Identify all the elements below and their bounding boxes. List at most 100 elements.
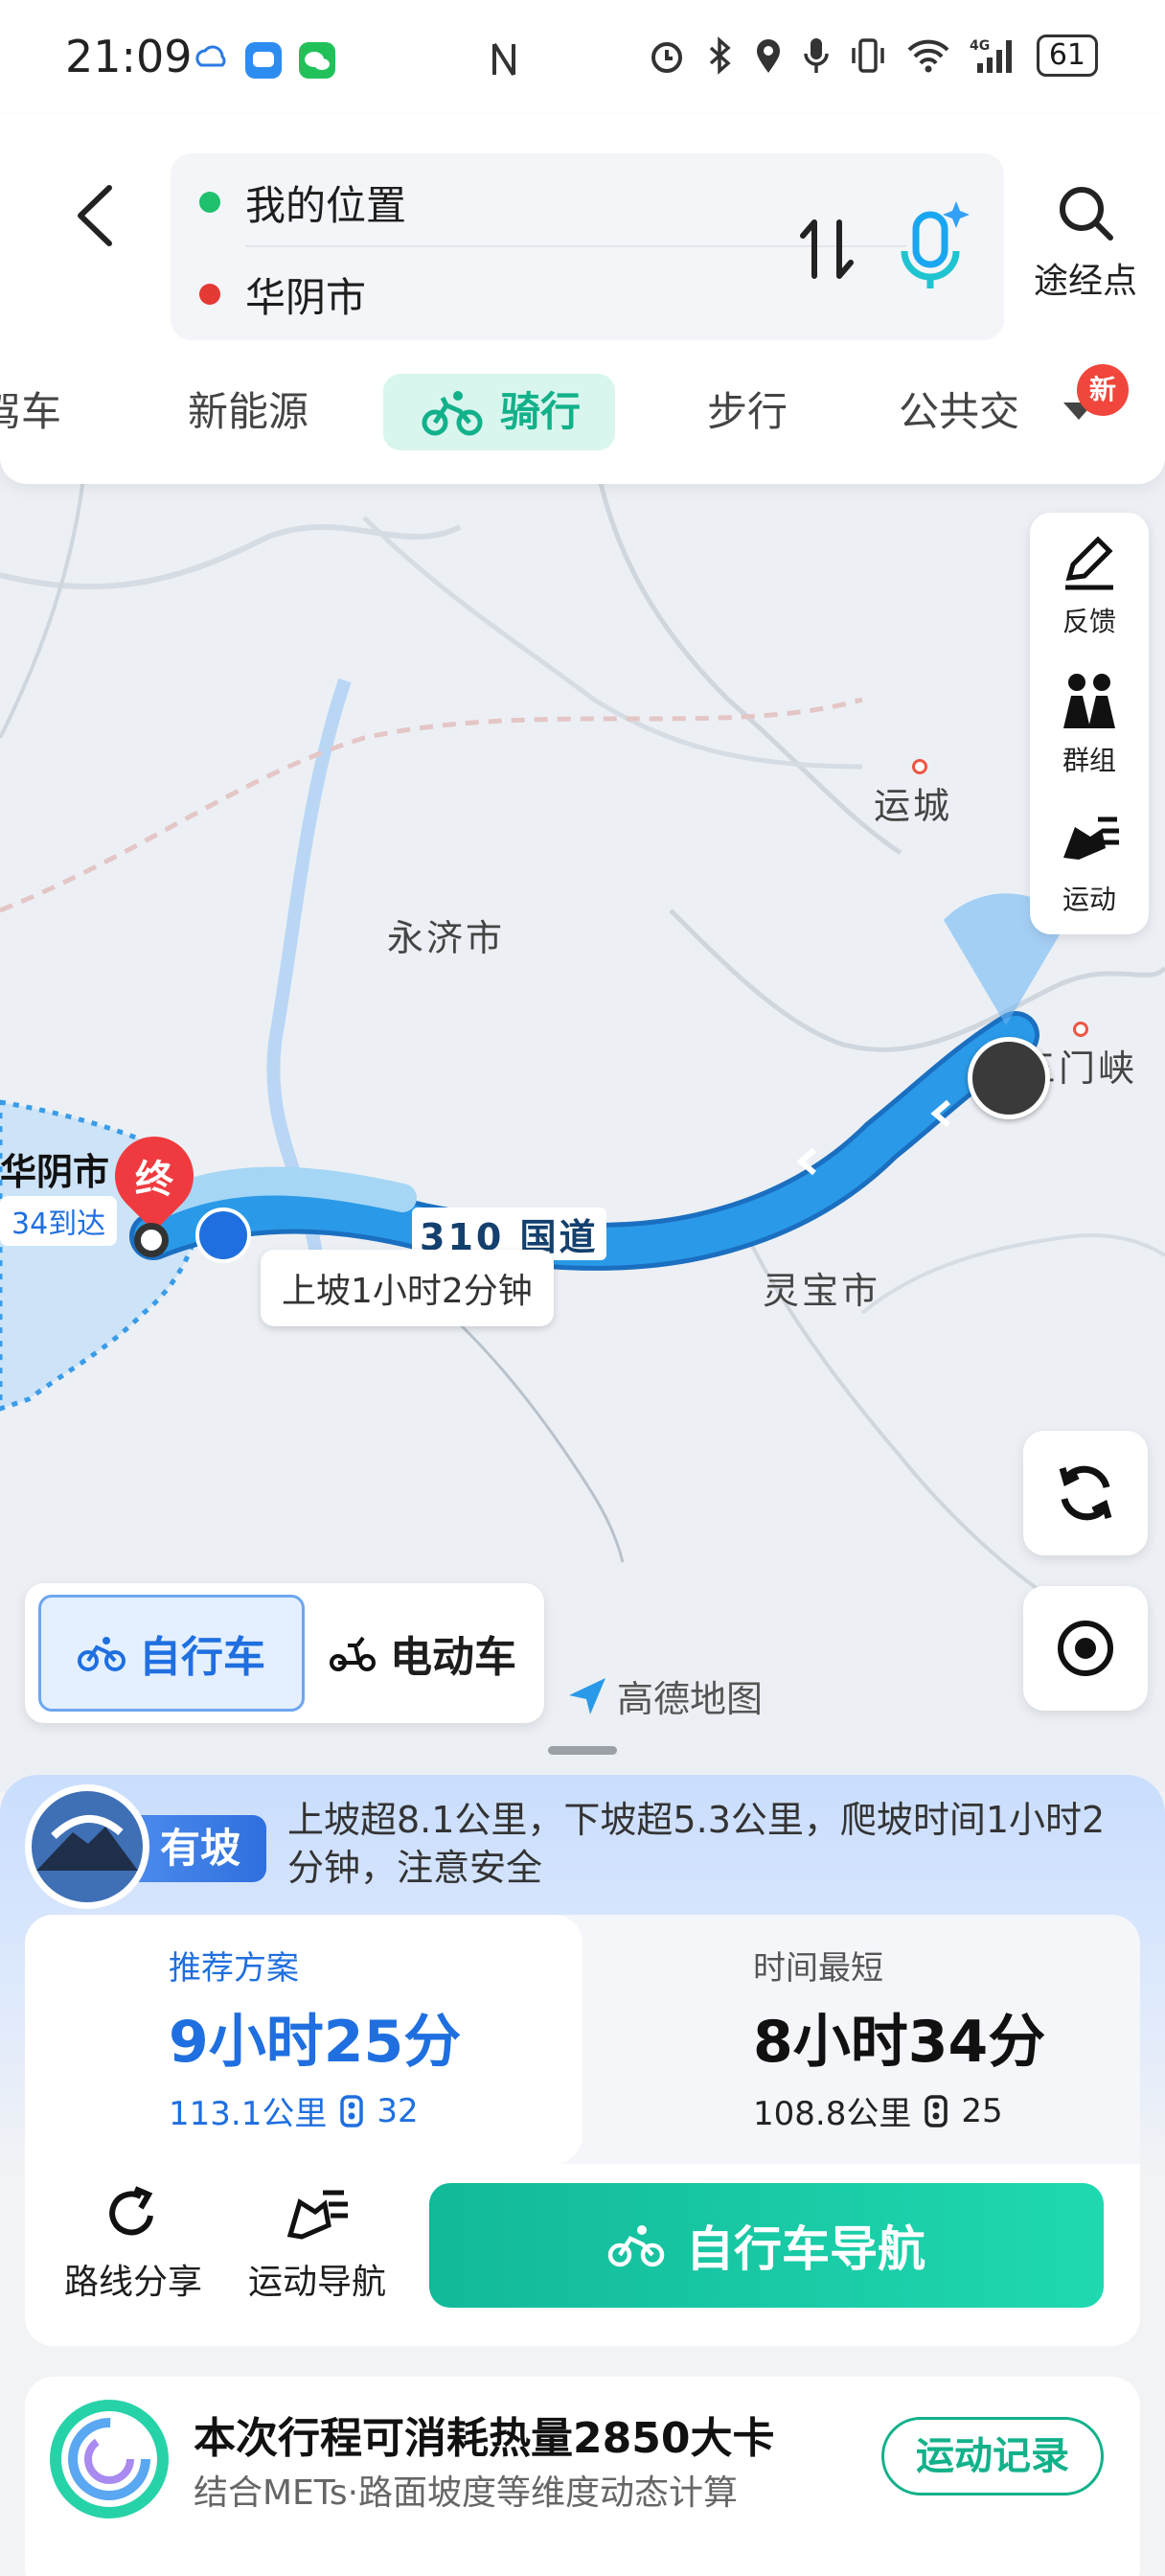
origin-field[interactable]: 我的位置: [199, 169, 406, 236]
travel-mode-tabs: 驾车 新能源 骑行 步行 公共交: [0, 362, 1165, 458]
bicycle-option-label: 自行车: [139, 1633, 265, 1682]
origin-text: 我的位置: [245, 181, 407, 229]
location-icon: [756, 39, 780, 73]
city-dot-sanmenxia: [1073, 1022, 1088, 1037]
amap-logo: 高德地图: [565, 1669, 763, 1722]
voice-mic-icon: [901, 201, 970, 288]
voice-input-button[interactable]: [887, 194, 973, 299]
wechat-icon: [299, 42, 335, 79]
route-search-panel: 我的位置 华阴市 途经点 驾车 新能源 骑行 步行 公共交 新: [0, 115, 1165, 484]
end-marker-text: 终: [135, 1158, 173, 1202]
new-badge: 新: [1077, 364, 1129, 416]
route-share-label: 路线分享: [63, 2263, 202, 2302]
svg-text:4G: 4G: [970, 38, 990, 54]
tab-transit[interactable]: 公共交: [899, 374, 1017, 450]
feedback-button[interactable]: 反馈: [1030, 532, 1149, 639]
route-plans-card: 推荐方案 9小时25分 113.1公里 32 时间最短 8小时34分 108.8…: [25, 1915, 1140, 2346]
ebike-option-label: 电动车: [390, 1633, 516, 1682]
traffic-light-icon: [340, 2094, 364, 2128]
calorie-title: 本次行程可消耗热量2850大卡: [194, 2414, 775, 2463]
plan-tag: 推荐方案: [169, 1949, 299, 1988]
turn-arrow-icon: [195, 1208, 251, 1263]
swap-icon: [800, 219, 854, 279]
microphone-icon: [804, 38, 829, 73]
plan-fastest[interactable]: 时间最短 8小时34分 108.8公里 25: [582, 1915, 1140, 2164]
refresh-icon: [1059, 1465, 1112, 1521]
ebike-option[interactable]: 电动车: [312, 1595, 533, 1712]
tab-cycling[interactable]: 骑行: [383, 374, 616, 450]
destination-field[interactable]: 华阴市: [199, 261, 366, 328]
bluetooth-icon: [709, 36, 731, 75]
sport-navigation-label: 运动导航: [247, 2263, 386, 2302]
status-bar: 21:09 4G 61: [0, 0, 1165, 115]
eta-map-label: 34到达: [0, 1196, 118, 1246]
panel-drag-handle[interactable]: [548, 1746, 617, 1755]
climb-time-tooltip: 上坡1小时2分钟: [261, 1250, 554, 1326]
plan-traffic-lights: 32: [377, 2091, 419, 2130]
plan-tag: 时间最短: [753, 1949, 883, 1988]
vehicle-type-toggle: 自行车 电动车: [25, 1583, 544, 1723]
destination-map-label: 华阴市: [0, 1151, 110, 1193]
slope-warning-text: 上坡超8.1公里，下坡超5.3公里，爬坡时间1小时2分钟，注意安全: [287, 1799, 1106, 1889]
tab-new-energy[interactable]: 新能源: [188, 374, 308, 450]
bicycle-small-icon: [78, 1637, 126, 1671]
cloud-sync-icon: [195, 45, 226, 67]
sport-button[interactable]: 运动: [1030, 810, 1149, 917]
vibrate-icon: [852, 38, 884, 73]
amap-logo-text: 高德地图: [617, 1678, 764, 1720]
alarm-icon: [651, 42, 682, 73]
locate-icon: [1058, 1621, 1113, 1676]
plan-distance: 108.8公里: [753, 2095, 912, 2133]
group-label: 群组: [1062, 745, 1116, 776]
traffic-light-icon: [925, 2094, 948, 2128]
nfc-icon: [492, 42, 515, 77]
bicycle-option[interactable]: 自行车: [38, 1595, 305, 1712]
share-icon: [109, 2186, 153, 2236]
notification-icons: [192, 40, 337, 80]
bicycle-navigation-button[interactable]: 自行车导航: [429, 2183, 1104, 2308]
destination-text: 华阴市: [245, 273, 367, 321]
swap-route-button[interactable]: [793, 211, 860, 288]
status-icons: 4G 61: [648, 34, 1098, 77]
map-label-yuncheng: 运城: [874, 785, 953, 827]
battery-indicator: 61: [1036, 34, 1098, 77]
amap-logo-icon: [569, 1677, 605, 1714]
status-time: 21:09: [65, 31, 193, 82]
route-share-button[interactable]: 路线分享: [52, 2183, 215, 2304]
ebike-icon: [330, 1636, 376, 1671]
calorie-ring-icon: [46, 2396, 172, 2522]
waypoint-button[interactable]: 途经点: [1023, 182, 1148, 303]
signal-4g-icon: 4G: [970, 38, 1012, 73]
bicycle-icon: [422, 391, 483, 436]
sport-record-button[interactable]: 运动记录: [881, 2417, 1104, 2496]
calorie-card: 本次行程可消耗热量2850大卡 结合METs·路面坡度等维度动态计算 运动记录: [25, 2377, 1140, 2576]
slope-badge-icon: [25, 1784, 149, 1909]
origin-dot: [199, 192, 220, 213]
group-button[interactable]: 群组: [1030, 671, 1149, 778]
sport-shoe-icon: [1063, 816, 1119, 860]
tab-cycling-label: 骑行: [500, 388, 582, 435]
back-button[interactable]: [67, 172, 125, 259]
bicycle-navigation-label: 自行车导航: [686, 2221, 925, 2277]
plan-actions-bar: 路线分享 运动导航 自行车导航: [25, 2164, 1140, 2346]
refresh-route-button[interactable]: [1023, 1431, 1148, 1555]
map-side-tools: 反馈 群组 运动: [1030, 513, 1149, 934]
tab-drive[interactable]: 驾车: [0, 374, 61, 450]
tab-walk[interactable]: 步行: [707, 374, 788, 450]
wifi-icon: [907, 39, 949, 73]
plan-recommended[interactable]: 推荐方案 9小时25分 113.1公里 32: [25, 1915, 582, 2164]
back-arrow-icon: [78, 185, 112, 246]
map-label-yongji: 永济市: [387, 917, 506, 959]
plan-traffic-lights: 25: [961, 2091, 1003, 2130]
plan-meta: 113.1公里 32: [169, 2087, 419, 2134]
sport-navigation-button[interactable]: 运动导航: [236, 2183, 399, 2304]
calorie-subtitle: 结合METs·路面坡度等维度动态计算: [194, 2473, 739, 2513]
message-app-icon: [245, 42, 282, 79]
sport-label: 运动: [1062, 884, 1116, 915]
route-plan-panel: 有坡 上坡超8.1公里，下坡超5.3公里，爬坡时间1小时2分钟，注意安全 推荐方…: [0, 1775, 1165, 2576]
plan-duration: 9小时25分: [169, 2009, 462, 2076]
user-avatar-marker[interactable]: [968, 1037, 1050, 1119]
waypoint-label: 途经点: [1033, 262, 1137, 301]
locate-me-button[interactable]: [1023, 1586, 1148, 1711]
route-input-box: 我的位置 华阴市: [171, 153, 1004, 340]
